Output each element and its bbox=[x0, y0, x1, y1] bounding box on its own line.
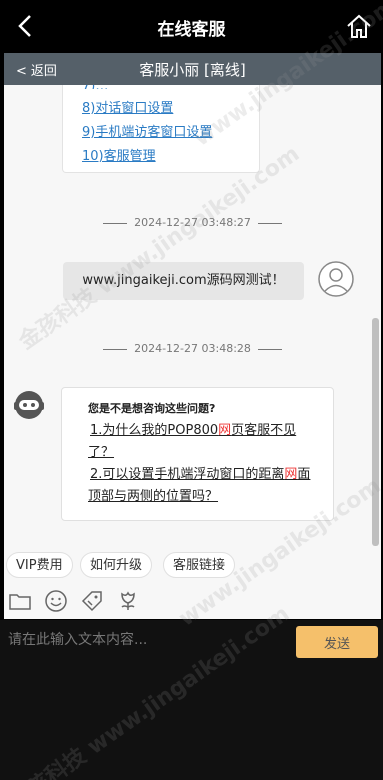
faq-item-1[interactable]: 1.为什么我的POP800网页客服不见了？ bbox=[88, 420, 321, 464]
chat-area[interactable]: 7)… 8)对话窗口设置 9)手机端访客窗口设置 10)客服管理 2024-12… bbox=[4, 85, 381, 547]
faq-text: 2.可以设置手机端浮动窗口的距离 bbox=[90, 467, 285, 482]
send-button[interactable]: 发送 bbox=[296, 626, 378, 658]
emoji-icon[interactable] bbox=[44, 589, 68, 613]
home-icon[interactable] bbox=[345, 12, 373, 40]
faq-highlight: 网 bbox=[284, 467, 298, 482]
timestamp-text: 2024-12-27 03:48:27 bbox=[134, 216, 251, 229]
quick-reply-bar: VIP费用 如何升级 客服链接 bbox=[4, 547, 381, 583]
chat-scrollbar[interactable] bbox=[372, 318, 379, 546]
user-message: www.jingaikeji.com源码网测试！ bbox=[63, 262, 304, 300]
timestamp-text: 2024-12-27 03:48:28 bbox=[134, 342, 251, 355]
divider bbox=[103, 348, 128, 350]
menu-item-7[interactable]: 7)… bbox=[82, 85, 259, 89]
chat-header: < 返回 客服小丽 [离线] bbox=[4, 53, 381, 85]
divider bbox=[257, 348, 282, 350]
faq-link-2[interactable]: 2.可以设置手机端浮动窗口的距离网面顶部与两侧的位置吗？ bbox=[88, 467, 310, 504]
menu-card: 7)… 8)对话窗口设置 9)手机端访客窗口设置 10)客服管理 bbox=[62, 85, 260, 173]
flower-icon[interactable] bbox=[116, 589, 140, 613]
input-toolbar bbox=[4, 583, 381, 619]
message-input[interactable] bbox=[0, 620, 290, 660]
faq-text: 1.为什么我的POP800 bbox=[90, 423, 219, 438]
user-avatar-icon bbox=[318, 261, 354, 297]
faq-highlight: 网 bbox=[218, 423, 232, 438]
menu-item-10[interactable]: 10)客服管理 bbox=[82, 145, 259, 169]
quick-reply-vip[interactable]: VIP费用 bbox=[6, 552, 73, 578]
bot-avatar-icon bbox=[14, 391, 44, 419]
menu-item-9[interactable]: 9)手机端访客窗口设置 bbox=[82, 121, 259, 145]
input-area: 发送 bbox=[0, 620, 383, 780]
top-bar: 在线客服 bbox=[0, 0, 383, 53]
faq-link-1[interactable]: 1.为什么我的POP800网页客服不见了？ bbox=[88, 423, 296, 460]
menu-item-8[interactable]: 8)对话窗口设置 bbox=[82, 97, 259, 121]
faq-item-2[interactable]: 2.可以设置手机端浮动窗口的距离网面顶部与两侧的位置吗？ bbox=[88, 464, 321, 508]
quick-reply-link[interactable]: 客服链接 bbox=[163, 552, 236, 578]
faq-prompt: 您是不是想咨询这些问题? bbox=[88, 402, 216, 415]
agent-status: 客服小丽 [离线] bbox=[139, 61, 246, 79]
divider bbox=[257, 222, 282, 224]
bot-faq-card: 您是不是想咨询这些问题? 1.为什么我的POP800网页客服不见了？ 2.可以设… bbox=[61, 387, 334, 521]
timestamp-2: 2024-12-27 03:48:28 bbox=[4, 342, 381, 355]
quick-reply-upgrade[interactable]: 如何升级 bbox=[80, 552, 153, 578]
tag-icon[interactable] bbox=[80, 589, 104, 613]
timestamp-1: 2024-12-27 03:48:27 bbox=[4, 216, 381, 229]
folder-icon[interactable] bbox=[8, 589, 32, 613]
page-title: 在线客服 bbox=[157, 20, 226, 40]
divider bbox=[103, 222, 128, 224]
